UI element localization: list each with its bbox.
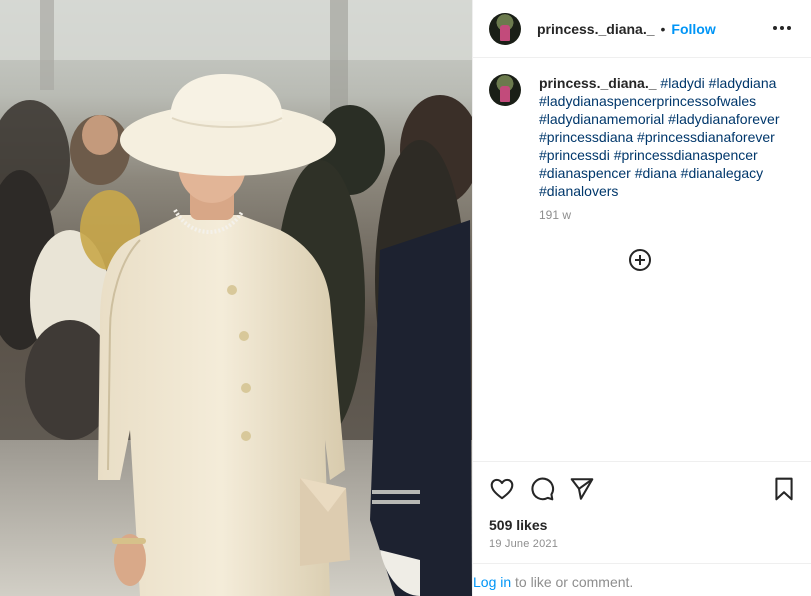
post-photo xyxy=(0,0,472,596)
caption-text: princess._diana._ #ladydi #ladydiana #la… xyxy=(539,74,789,200)
likes-count[interactable]: 509 likes xyxy=(489,517,547,533)
actions-divider xyxy=(473,461,811,462)
plus-circle-icon[interactable] xyxy=(628,248,652,272)
author-avatar[interactable] xyxy=(489,12,521,45)
author-username[interactable]: princess._diana._ xyxy=(537,21,655,37)
caption-block: princess._diana._ #ladydi #ladydiana #la… xyxy=(489,74,799,222)
login-prompt: Log in to like or comment. xyxy=(473,574,633,590)
caption-time-ago: 191 w xyxy=(539,208,572,222)
comment-glyph xyxy=(531,477,555,501)
bookmark-glyph xyxy=(775,477,793,501)
more-options-icon[interactable] xyxy=(772,20,792,36)
post-photo-illustration xyxy=(0,0,472,596)
caption-username[interactable]: princess._diana._ xyxy=(539,75,657,91)
post-header: princess._diana._ • Follow xyxy=(473,0,811,58)
post-date: 19 June 2021 xyxy=(489,538,559,550)
comment-icon[interactable] xyxy=(529,476,555,502)
share-glyph xyxy=(570,478,594,500)
header-separator: • xyxy=(660,20,666,37)
post-side-panel: princess._diana._ • Follow princess._dia… xyxy=(472,0,811,596)
caption-hashtags[interactable]: #ladydi #ladydiana #ladydianaspencerprin… xyxy=(539,75,779,199)
login-divider xyxy=(473,563,811,564)
login-link[interactable]: Log in xyxy=(473,574,511,590)
bookmark-icon[interactable] xyxy=(771,476,797,502)
share-icon[interactable] xyxy=(569,476,595,502)
plus-circle-glyph xyxy=(629,249,651,271)
action-row xyxy=(489,476,799,502)
caption-avatar[interactable] xyxy=(489,74,521,106)
heart-glyph xyxy=(490,478,514,500)
follow-button[interactable]: Follow xyxy=(671,21,715,37)
login-prompt-suffix: to like or comment. xyxy=(511,574,634,590)
more-options-dots xyxy=(773,26,791,30)
heart-icon[interactable] xyxy=(489,476,515,502)
